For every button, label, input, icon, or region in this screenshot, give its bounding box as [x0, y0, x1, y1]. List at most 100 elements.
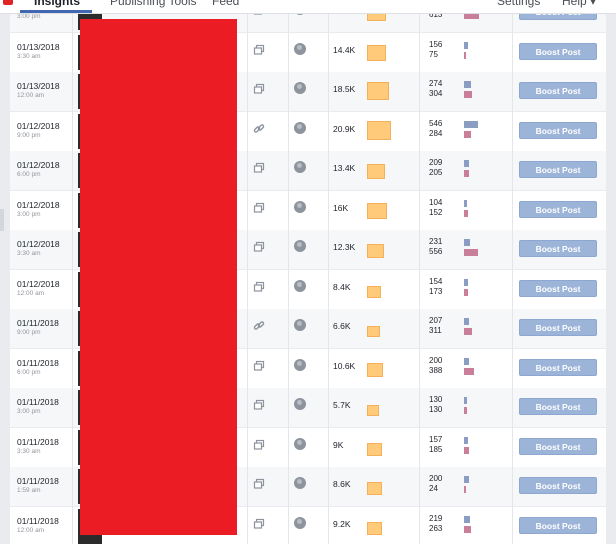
- reach-bar: [367, 405, 379, 416]
- reactions-value: 556: [429, 247, 443, 256]
- reach-value: 9.2K: [333, 518, 351, 529]
- post-date: 01/11/2018: [17, 318, 59, 328]
- boost-post-button[interactable]: Boost Post: [519, 516, 597, 534]
- post-time: 3:00 pm: [17, 14, 41, 20]
- post-date: 01/11/2018: [17, 357, 59, 368]
- copy-icon: [252, 14, 266, 18]
- globe-icon: [294, 398, 306, 410]
- copy-icon: [252, 44, 266, 58]
- reactions-bar: [464, 525, 471, 533]
- reach-bar: [367, 362, 383, 377]
- reactions-value: 75: [429, 49, 438, 59]
- reactions-value: 24: [429, 484, 438, 493]
- reactions-value: 304: [429, 89, 443, 98]
- globe-icon: [294, 279, 306, 292]
- reactions-value: 152: [429, 207, 443, 217]
- post-date: 01/11/2018: [17, 515, 59, 526]
- link-icon: [252, 320, 266, 334]
- boost-post-button[interactable]: Boost Post: [519, 240, 597, 257]
- tab-help[interactable]: Help ▾: [562, 0, 596, 8]
- post-clicks-value: 274: [429, 79, 443, 88]
- reactions-value: 205: [429, 168, 443, 177]
- post-time: 3:00 pm: [17, 210, 41, 218]
- boost-post-button[interactable]: Boost Post: [519, 319, 597, 336]
- tab-publishing-tools[interactable]: Publishing Tools: [110, 0, 197, 8]
- tab-insights[interactable]: Insights: [34, 0, 80, 8]
- post-time: 1:59 am: [17, 487, 41, 494]
- tab-feed[interactable]: Feed: [212, 0, 239, 8]
- post-time: 9:00 pm: [17, 329, 41, 336]
- post-date: 01/13/2018: [17, 41, 60, 52]
- globe-icon: [294, 14, 306, 15]
- reach-bar: [367, 44, 386, 61]
- globe-icon: [294, 42, 306, 55]
- reactions-bar: [464, 407, 467, 414]
- reach-bar: [367, 164, 385, 179]
- post-clicks-bar: [464, 120, 478, 128]
- reach-value: 8.4K: [333, 281, 351, 292]
- post-clicks-bar: [464, 81, 471, 88]
- post-clicks-value: 156: [429, 39, 443, 49]
- post-clicks-bar: [464, 436, 468, 444]
- reactions-bar: [464, 91, 472, 98]
- boost-post-button[interactable]: Boost Post: [519, 279, 597, 297]
- boost-post-button[interactable]: Boost Post: [519, 161, 597, 178]
- boost-post-button[interactable]: Boost Post: [519, 14, 597, 20]
- reactions-value: 284: [429, 128, 443, 138]
- post-time: 3:30 am: [17, 250, 41, 257]
- scroll-handle[interactable]: [0, 209, 4, 231]
- post-time: 12:00 am: [17, 289, 45, 297]
- globe-icon: [294, 358, 306, 371]
- column-divider: [247, 14, 248, 544]
- post-clicks-bar: [464, 357, 469, 365]
- boost-post-button[interactable]: Boost Post: [519, 358, 597, 376]
- boost-post-button[interactable]: Boost Post: [519, 42, 597, 60]
- boost-post-button[interactable]: Boost Post: [519, 477, 597, 494]
- boost-post-button[interactable]: Boost Post: [519, 82, 597, 99]
- post-clicks-value: 154: [429, 276, 443, 286]
- globe-icon: [294, 200, 306, 213]
- reach-bar: [367, 202, 387, 219]
- reach-value: 6.6K: [333, 321, 351, 331]
- reach-bar: [367, 521, 382, 535]
- copy-icon: [252, 281, 266, 295]
- post-clicks-value: 200: [429, 474, 443, 483]
- copy-icon: [252, 439, 266, 453]
- column-divider: [419, 14, 420, 544]
- boost-post-button[interactable]: Boost Post: [519, 200, 597, 218]
- reach-bar: [367, 442, 382, 456]
- post-date: 01/11/2018: [17, 476, 59, 486]
- right-gutter: [606, 14, 616, 544]
- post-clicks-value: 209: [429, 158, 443, 167]
- copy-icon: [252, 518, 266, 532]
- reach-value: 14.4K: [333, 44, 356, 55]
- post-clicks-bar: [464, 41, 468, 49]
- post-clicks-value: 207: [429, 316, 443, 325]
- post-clicks-bar: [464, 515, 470, 523]
- boost-post-button[interactable]: Boost Post: [519, 437, 597, 455]
- boost-post-button[interactable]: Boost Post: [519, 121, 597, 139]
- reactions-bar: [464, 14, 479, 19]
- reactions-value: 311: [429, 326, 442, 335]
- globe-icon: [294, 437, 306, 450]
- tab-settings[interactable]: Settings: [497, 0, 540, 8]
- post-clicks-bar: [464, 199, 467, 207]
- post-clicks-bar: [464, 278, 468, 286]
- page-logo-icon[interactable]: [3, 0, 13, 5]
- post-time: 3:00 pm: [17, 408, 41, 415]
- boost-post-button[interactable]: Boost Post: [519, 398, 597, 415]
- reactions-value: 185: [429, 444, 443, 454]
- post-date: 01/11/2018: [17, 397, 59, 407]
- post-time: 12:00 am: [17, 526, 45, 534]
- reach-bar: [367, 326, 380, 337]
- post-time: 9:00 pm: [17, 131, 41, 139]
- post-time: 3:30 am: [17, 52, 41, 60]
- globe-icon: [294, 477, 306, 489]
- reactions-bar: [464, 446, 469, 454]
- post-date: 01/13/2018: [17, 81, 60, 91]
- copy-icon: [252, 360, 266, 374]
- post-clicks-bar: [464, 476, 469, 483]
- reactions-bar: [464, 209, 468, 217]
- reactions-bar: [464, 288, 468, 296]
- post-date: 01/12/2018: [17, 278, 60, 289]
